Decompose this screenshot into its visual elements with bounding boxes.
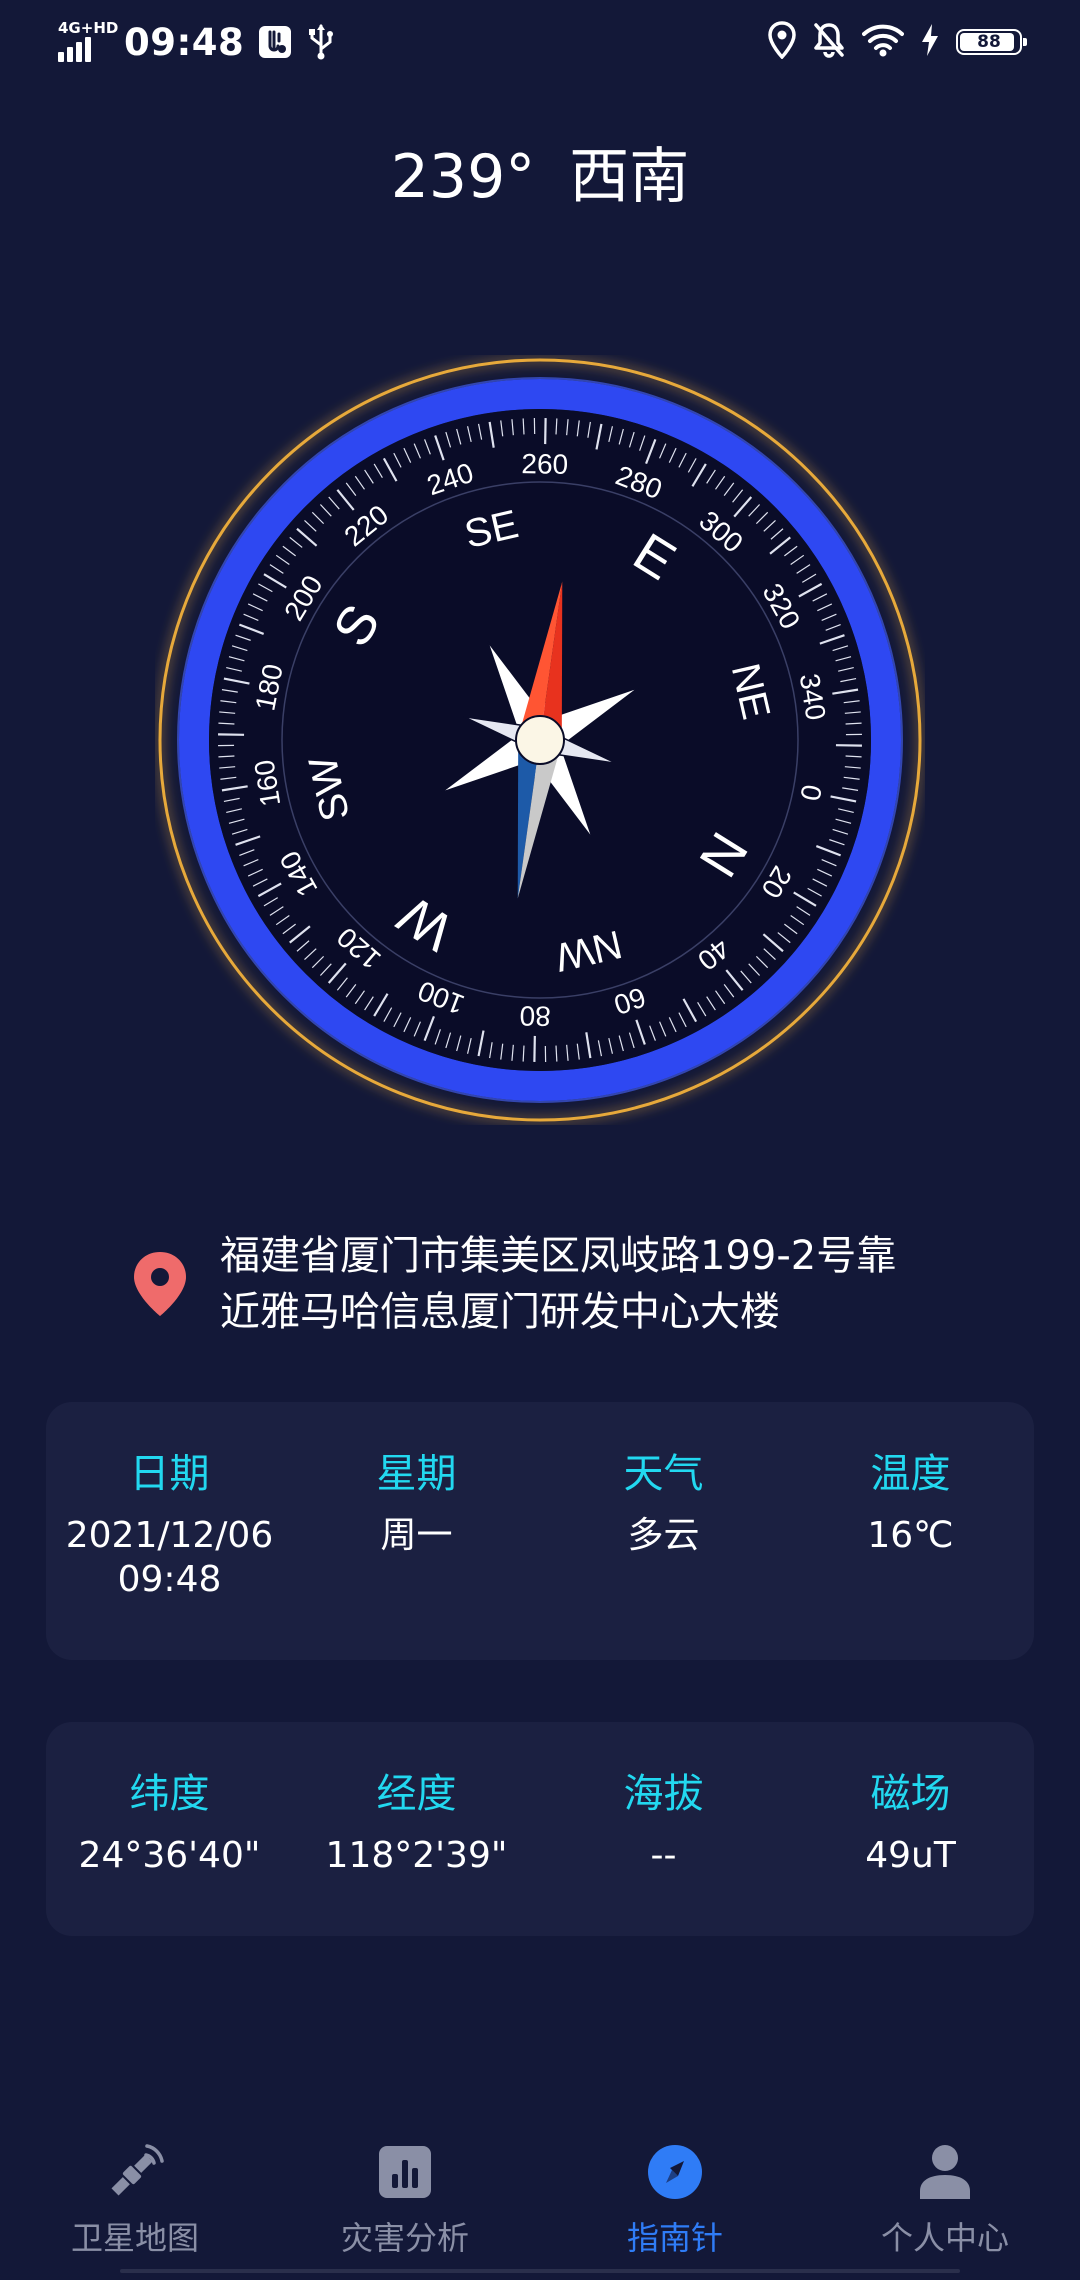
charging-bolt-icon xyxy=(920,23,940,61)
nav-label-compass: 指南针 xyxy=(626,2219,723,2257)
dial-degree-label: 260 xyxy=(521,448,568,480)
latitude-cell: 纬度 24°36'40" xyxy=(46,1722,293,1936)
longitude-label: 经度 xyxy=(376,1771,457,1817)
time-value-line: 09:48 xyxy=(117,1559,222,1600)
cellular-signal-icon: 4G+HD xyxy=(58,20,118,64)
dial-tick xyxy=(522,418,525,435)
magnetic-field-label: 磁场 xyxy=(870,1771,951,1817)
usb-icon xyxy=(306,23,336,61)
date-value-line: 2021/12/06 xyxy=(65,1515,274,1556)
altitude-value: -- xyxy=(650,1835,677,1876)
info-card-datetime-weather: 日期 2021/12/06 09:48 星期 周一 天气 多云 温度 16℃ xyxy=(46,1402,1034,1660)
status-time: 09:48 xyxy=(124,20,245,64)
longitude-value: 118°2'39" xyxy=(325,1835,508,1876)
dial-tick xyxy=(845,722,862,725)
usb-debug-icon xyxy=(258,25,292,59)
weekday-cell: 星期 周一 xyxy=(293,1402,540,1660)
location-pin-icon xyxy=(134,1252,186,1316)
heading-degrees: 239° xyxy=(390,142,536,212)
compass-svg: 020406080100120140160180200220240 260 2803… xyxy=(158,358,922,1122)
compass-icon xyxy=(643,2140,707,2204)
temperature-value: 16℃ xyxy=(867,1515,954,1556)
signal-bars xyxy=(58,37,91,62)
mute-bell-icon xyxy=(812,21,846,63)
address-line-1: 福建省厦门市集美区凤岐路199-2号靠 xyxy=(220,1233,897,1279)
status-bar: 4G+HD 09:48 88 xyxy=(0,0,1080,84)
nav-label-disaster-analysis: 灾害分析 xyxy=(340,2219,469,2257)
bar-chart-icon xyxy=(373,2140,437,2204)
longitude-cell: 经度 118°2'39" xyxy=(293,1722,540,1936)
dial-tick xyxy=(522,1045,525,1062)
gesture-bar xyxy=(120,2269,960,2273)
nav-item-disaster-analysis[interactable]: 灾害分析 xyxy=(270,2120,540,2280)
weekday-value: 周一 xyxy=(380,1515,453,1556)
temperature-label: 温度 xyxy=(870,1451,951,1497)
magnetic-field-cell: 磁场 49uT xyxy=(787,1722,1034,1936)
location-address: 福建省厦门市集美区凤岐路199-2号靠 近雅马哈信息厦门研发中心大楼 xyxy=(220,1228,896,1340)
altitude-label: 海拔 xyxy=(623,1771,704,1817)
status-bar-left: 4G+HD 09:48 xyxy=(58,14,336,70)
altitude-cell: 海拔 -- xyxy=(540,1722,787,1936)
address-line-2: 近雅马哈信息厦门研发中心大楼 xyxy=(220,1289,780,1335)
info-card-coordinates: 纬度 24°36'40" 经度 118°2'39" 海拔 -- 磁场 49uT xyxy=(46,1722,1034,1936)
temperature-cell: 温度 16℃ xyxy=(787,1402,1034,1660)
weather-label: 天气 xyxy=(623,1451,704,1497)
heading-direction: 西南 xyxy=(569,142,690,212)
satellite-icon xyxy=(103,2140,167,2204)
dial-tick xyxy=(555,1045,558,1062)
battery-icon: 88 xyxy=(956,29,1027,55)
compass-dial: 0 20 40 60 80 100 120 140 160 180 200 220 240 260 280 3… xyxy=(155,355,925,1125)
weekday-label: 星期 xyxy=(376,1451,457,1497)
date-label: 日期 xyxy=(129,1451,210,1497)
weather-cell: 天气 多云 xyxy=(540,1402,787,1660)
nav-item-profile[interactable]: 个人中心 xyxy=(810,2120,1080,2280)
weather-value: 多云 xyxy=(627,1515,700,1556)
person-icon xyxy=(913,2140,977,2204)
bottom-navigation: 卫星地图 灾害分析 指南针 个人中心 xyxy=(0,2120,1080,2280)
status-bar-right: 88 xyxy=(768,14,1027,70)
nav-item-satellite-map[interactable]: 卫星地图 xyxy=(0,2120,270,2280)
nav-label-satellite-map: 卫星地图 xyxy=(70,2219,199,2257)
date-value: 2021/12/06 09:48 xyxy=(46,1514,293,1602)
magnetic-field-value: 49uT xyxy=(865,1835,956,1876)
dial-tick xyxy=(218,755,235,758)
latitude-value: 24°36'40" xyxy=(78,1835,261,1876)
nav-item-compass[interactable]: 指南针 xyxy=(540,2120,810,2280)
network-type-label: 4G+HD xyxy=(58,19,119,37)
wifi-icon xyxy=(862,23,904,61)
dial-tick xyxy=(218,722,235,725)
dial-degree-label: 80 xyxy=(519,1000,551,1032)
heading-readout: 239° 西南 xyxy=(0,128,1080,215)
latitude-label: 纬度 xyxy=(129,1771,210,1817)
location-status-icon xyxy=(768,21,796,63)
needle-center-cap xyxy=(515,715,565,765)
nav-label-profile: 个人中心 xyxy=(880,2219,1009,2257)
location-row: 福建省厦门市集美区凤岐路199-2号靠 近雅马哈信息厦门研发中心大楼 xyxy=(130,1228,950,1340)
battery-level: 88 xyxy=(977,31,1001,52)
date-cell: 日期 2021/12/06 09:48 xyxy=(46,1402,293,1660)
dial-tick xyxy=(845,755,862,758)
dial-tick xyxy=(555,418,558,435)
